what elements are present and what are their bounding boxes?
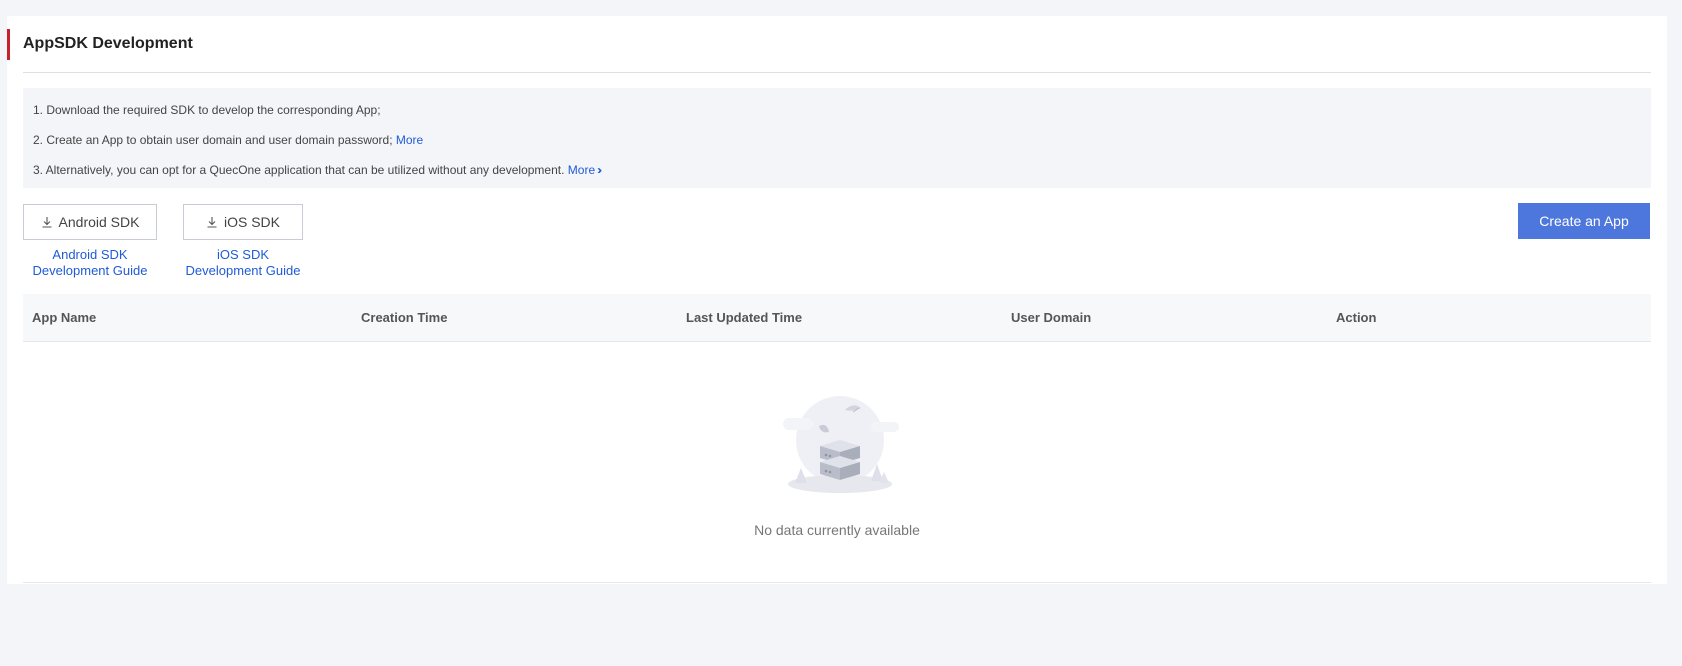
main-card: AppSDK Development 1. Download the requi…	[7, 16, 1667, 584]
ios-guide-line2: Development Guide	[185, 263, 301, 278]
ios-sdk-label: iOS SDK	[223, 214, 280, 230]
download-icon	[207, 217, 217, 228]
tip-3: 3. Alternatively, you can opt for a Quec…	[23, 162, 1651, 178]
tip-2: 2. Create an App to obtain user domain a…	[23, 132, 1651, 148]
tip-1-text: 1. Download the required SDK to develop …	[33, 103, 381, 117]
page-title: AppSDK Development	[23, 35, 193, 52]
download-icon	[42, 217, 52, 228]
ios-guide-link[interactable]: iOS SDK Development Guide	[183, 247, 303, 279]
android-sdk-button[interactable]: Android SDK	[23, 204, 157, 240]
create-app-button[interactable]: Create an App	[1518, 203, 1650, 239]
table-header: App Name Creation Time Last Updated Time…	[23, 294, 1651, 342]
column-header-creation-time: Creation Time	[361, 310, 448, 325]
android-guide-link[interactable]: Android SDK Development Guide	[23, 247, 157, 279]
tip-3-more-link[interactable]: More ››	[567, 163, 602, 177]
ios-guide-line1: iOS SDK	[216, 247, 269, 262]
empty-server-illustration	[783, 396, 899, 493]
tip-2-more-link[interactable]: More	[396, 133, 423, 147]
android-sdk-label: Android SDK	[58, 214, 140, 230]
column-header-action: Action	[1336, 310, 1377, 325]
title-accent-bar	[7, 29, 10, 60]
column-header-app-name: App Name	[32, 310, 97, 325]
tip-3-more-label: More	[567, 163, 596, 177]
double-chevron-right-icon: ››	[597, 163, 602, 177]
title-divider	[23, 72, 1651, 73]
tip-3-text: 3. Alternatively, you can opt for a Quec…	[33, 163, 568, 177]
android-guide-line2: Development Guide	[32, 263, 148, 278]
column-header-last-updated-time: Last Updated Time	[686, 310, 803, 325]
android-guide-line1: Android SDK	[52, 247, 128, 262]
info-panel: 1. Download the required SDK to develop …	[23, 88, 1651, 188]
table-bottom-border	[23, 582, 1651, 583]
tip-2-text: 2. Create an App to obtain user domain a…	[33, 133, 396, 147]
empty-state-text: No data currently available	[754, 522, 920, 538]
column-header-user-domain: User Domain	[1011, 310, 1092, 325]
ios-sdk-button[interactable]: iOS SDK	[183, 204, 303, 240]
tip-1: 1. Download the required SDK to develop …	[23, 102, 1651, 118]
